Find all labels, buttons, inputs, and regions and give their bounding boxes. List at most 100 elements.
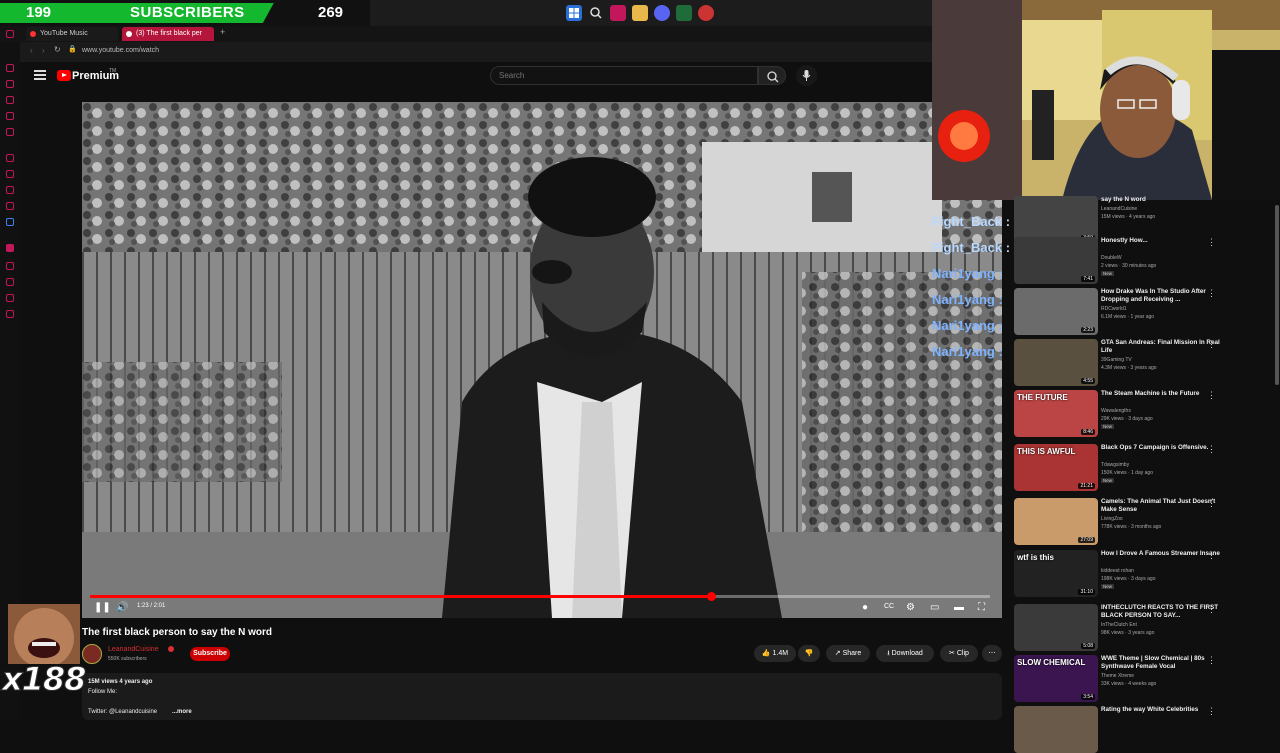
search-icon[interactable] [588,5,604,21]
volume-icon[interactable]: 🔊 [116,602,128,613]
discord-icon[interactable] [654,5,670,21]
recommended-channel[interactable]: 39Gaming TV [1101,357,1132,363]
recommended-channel[interactable]: kiddeest rohan [1101,568,1134,574]
description-box[interactable]: 15M views 4 years ago Follow Me: Twitter… [82,673,1002,720]
back-icon[interactable]: ‹ [30,46,33,55]
sidebar-app-icon[interactable] [6,244,14,252]
recommended-title[interactable]: How I Drove A Famous Streamer Insane [1101,550,1221,558]
recommended-title[interactable]: Camels: The Animal That Just Doesn't Mak… [1101,498,1221,514]
subscribe-button[interactable]: Subscribe [190,647,230,661]
sidebar-app-icon[interactable] [6,30,14,38]
settings-gear-icon[interactable]: ⚙ [906,602,915,613]
more-options-icon[interactable]: ⋮ [1207,339,1216,350]
search-button[interactable] [758,66,786,85]
dislike-button[interactable]: 👎 [798,645,820,662]
sidebar-app-icon[interactable] [6,218,14,226]
new-badge: New [1101,424,1115,429]
pause-icon[interactable]: ❚❚ [94,602,111,613]
sidebar-app-icon[interactable] [6,128,14,136]
sidebar-app-icon[interactable] [6,262,14,270]
hamburger-icon[interactable] [34,70,46,80]
video-thumbnail[interactable]: 5:08 [1014,604,1098,651]
video-thumbnail[interactable]: THIS IS AWFUL 21:21 [1014,444,1098,491]
recommended-channel[interactable]: LivingZoo [1101,516,1123,522]
like-button[interactable]: 👍 1.4M [754,645,796,662]
folder-icon[interactable] [632,5,648,21]
sidebar-app-icon[interactable] [6,154,14,162]
forward-icon[interactable]: › [42,46,45,55]
video-thumbnail[interactable]: 2:23 [1014,288,1098,335]
captions-icon[interactable]: CC [884,603,894,610]
more-options-icon[interactable]: ⋮ [1207,237,1216,248]
video-thumbnail[interactable]: 3:59 [1014,196,1098,243]
sidebar-app-icon[interactable] [6,64,14,72]
chat-message: Nari1yang : [932,344,1003,359]
url-text[interactable]: www.youtube.com/watch [82,47,159,54]
sidebar-app-icon[interactable] [6,202,14,210]
recommended-title[interactable]: GTA San Andreas: Final Mission In Real L… [1101,339,1221,355]
obs-icon[interactable] [698,5,714,21]
recommended-title[interactable]: How Drake Was In The Studio After Droppi… [1101,288,1221,304]
video-thumbnail[interactable]: 7:41 [1014,237,1098,284]
more-options-icon[interactable]: ⋮ [1207,288,1216,299]
chat-separator: : [998,292,1003,307]
app-icon[interactable] [610,5,626,21]
recommended-channel[interactable]: InTheClutch Ent [1101,622,1137,628]
sidebar-app-icon[interactable] [6,278,14,286]
more-options-icon[interactable]: ⋮ [1207,550,1216,561]
terminal-icon[interactable] [676,5,692,21]
more-options-icon[interactable]: ⋮ [1207,604,1216,615]
tab-youtube-music[interactable]: YouTube Music [26,27,118,41]
more-options-icon[interactable]: ⋮ [1207,390,1216,401]
channel-name[interactable]: LeanandCuisine [108,646,159,653]
share-button[interactable]: ↗ Share [826,645,870,662]
video-thumbnail[interactable]: THE FUTURE 8:46 [1014,390,1098,437]
fullscreen-icon[interactable]: ⛶ [978,602,985,613]
recommended-channel[interactable]: RDCworld1 [1101,306,1127,312]
sidebar-app-icon[interactable] [6,80,14,88]
search-input[interactable] [490,66,758,85]
video-player[interactable] [82,102,1002,618]
youtube-logo-icon[interactable] [57,70,71,81]
recommended-title[interactable]: Black Ops 7 Campaign is Offensive. [1101,444,1221,452]
recommended-title[interactable]: say the N word [1101,196,1221,204]
more-link[interactable]: ...more [172,709,192,715]
miniplayer-icon[interactable]: ▭ [930,602,939,613]
sidebar-app-icon[interactable] [6,294,14,302]
recommended-title[interactable]: Rating the way White Celebrities [1101,706,1221,714]
recommended-title[interactable]: Honestly How... [1101,237,1221,245]
sidebar-app-icon[interactable] [6,96,14,104]
voice-search-button[interactable] [796,65,817,86]
recommended-channel[interactable]: LeanandCuisine [1101,206,1137,212]
recommended-title[interactable]: WWE Theme | Slow Chemical | 80s Synthwav… [1101,655,1221,671]
recommended-channel[interactable]: DoubleW [1101,255,1122,261]
new-tab-button[interactable]: + [220,27,225,37]
recommended-channel[interactable]: Wawalengths [1101,408,1131,414]
windows-start-icon[interactable] [566,5,582,21]
video-thumbnail[interactable]: SLOW CHEMICAL 3:54 [1014,655,1098,702]
more-options-icon[interactable]: ⋮ [1207,655,1216,666]
reload-icon[interactable]: ↻ [54,45,61,54]
video-thumbnail[interactable]: wtf is this 31:10 [1014,550,1098,597]
sidebar-app-icon[interactable] [6,112,14,120]
video-thumbnail[interactable] [1014,706,1098,753]
recommended-title[interactable]: INTHECLUTCH REACTS TO THE FIRST BLACK PE… [1101,604,1221,620]
theater-mode-icon[interactable]: ▬ [954,602,964,613]
tab-current-video[interactable]: (3) The first black per [122,27,214,41]
more-options-icon[interactable]: ⋮ [1207,444,1216,455]
recommended-channel[interactable]: Tdawgsimby [1101,462,1129,468]
download-button[interactable]: ⭳ Download [876,645,934,662]
autoplay-toggle[interactable]: ● [862,602,868,613]
recommended-channel[interactable]: Theme Xtreme [1101,673,1134,679]
recommended-title[interactable]: The Steam Machine is the Future [1101,390,1221,398]
sidebar-app-icon[interactable] [6,170,14,178]
more-options-icon[interactable]: ⋮ [1207,498,1216,509]
more-actions-button[interactable]: ⋯ [982,645,1002,662]
scrollbar[interactable] [1275,205,1279,385]
more-options-icon[interactable]: ⋮ [1207,706,1216,717]
clip-button[interactable]: ✂ Clip [940,645,978,662]
sidebar-app-icon[interactable] [6,186,14,194]
sidebar-app-icon[interactable] [6,310,14,318]
video-thumbnail[interactable]: 27:09 [1014,498,1098,545]
video-thumbnail[interactable]: 4:55 [1014,339,1098,386]
